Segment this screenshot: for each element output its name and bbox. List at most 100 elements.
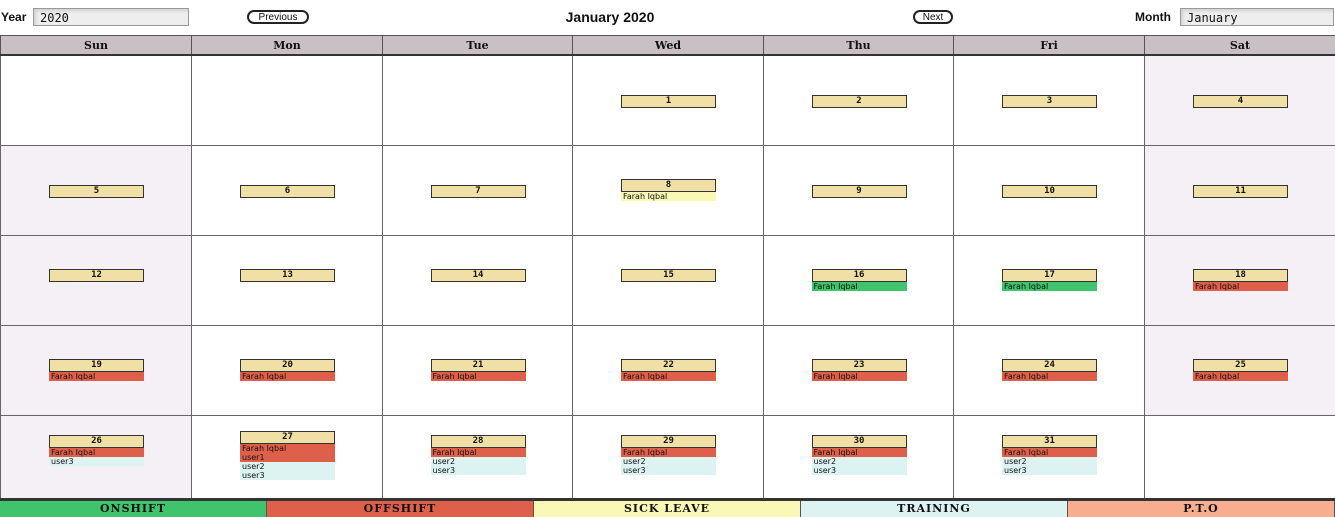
day-number[interactable]: 23	[811, 359, 907, 372]
shift-entry-offshift[interactable]: Farah Iqbal	[240, 444, 335, 453]
shift-entry-offshift[interactable]: Farah Iqbal	[430, 448, 526, 457]
empty-day-cell	[191, 54, 383, 146]
day-number[interactable]: 5	[49, 185, 144, 198]
day-number[interactable]: 1	[621, 95, 716, 108]
day-stack: 25 Farah Iqbal	[1193, 359, 1288, 381]
day-cell[interactable]: 14	[382, 235, 573, 326]
month-select[interactable]: January	[1180, 8, 1334, 26]
shift-entry-offshift[interactable]: Farah Iqbal	[1002, 448, 1097, 457]
day-cell[interactable]: 11	[1144, 145, 1335, 236]
day-number[interactable]: 16	[811, 269, 907, 282]
shift-entry-onshift[interactable]: Farah Iqbal	[1002, 282, 1097, 291]
shift-entry-offshift[interactable]: Farah Iqbal	[430, 372, 526, 381]
day-number[interactable]: 21	[430, 359, 526, 372]
day-number[interactable]: 28	[430, 435, 526, 448]
day-cell[interactable]: 17 Farah Iqbal	[953, 235, 1145, 326]
year-input[interactable]: 2020	[33, 8, 189, 26]
day-number[interactable]: 3	[1002, 95, 1097, 108]
shift-entry-offshift[interactable]: Farah Iqbal	[49, 448, 144, 457]
day-cell[interactable]: 28 Farah Iqbal user2 user3	[382, 415, 573, 506]
shift-entry-training[interactable]: user2	[1002, 457, 1097, 466]
day-cell[interactable]: 5	[0, 145, 192, 236]
shift-entry-offshift[interactable]: Farah Iqbal	[621, 372, 716, 381]
shift-entry-training[interactable]: user2	[811, 457, 907, 466]
shift-entry-offshift[interactable]: Farah Iqbal	[1193, 372, 1288, 381]
day-number[interactable]: 14	[430, 269, 526, 282]
day-number[interactable]: 17	[1002, 269, 1097, 282]
shift-entry-training[interactable]: user3	[811, 466, 907, 475]
shift-entry-training[interactable]: user2	[621, 457, 716, 466]
shift-entry-offshift[interactable]: Farah Iqbal	[811, 372, 907, 381]
day-stack: 1	[621, 95, 716, 108]
day-cell[interactable]: 31 Farah Iqbal user2 user3	[953, 415, 1145, 506]
day-cell[interactable]: 15	[572, 235, 764, 326]
day-cell[interactable]: 23 Farah Iqbal	[763, 325, 954, 416]
day-number[interactable]: 24	[1002, 359, 1097, 372]
shift-entry-offshift[interactable]: user1	[240, 453, 335, 462]
day-cell[interactable]: 16 Farah Iqbal	[763, 235, 954, 326]
day-cell[interactable]: 9	[763, 145, 954, 236]
shift-entry-training[interactable]: user3	[430, 466, 526, 475]
previous-button[interactable]: Previous	[247, 10, 309, 24]
day-cell[interactable]: 21 Farah Iqbal	[382, 325, 573, 416]
day-number[interactable]: 7	[430, 185, 526, 198]
day-cell[interactable]: 4	[1144, 54, 1335, 146]
day-number[interactable]: 31	[1002, 435, 1097, 448]
shift-entry-training[interactable]: user3	[49, 457, 144, 466]
day-cell[interactable]: 12	[0, 235, 192, 326]
day-number[interactable]: 4	[1193, 95, 1288, 108]
shift-entry-offshift[interactable]: Farah Iqbal	[811, 448, 907, 457]
shift-entry-training[interactable]: user3	[240, 471, 335, 480]
day-number[interactable]: 9	[811, 185, 907, 198]
day-cell[interactable]: 10	[953, 145, 1145, 236]
shift-entry-offshift[interactable]: Farah Iqbal	[1193, 282, 1288, 291]
day-number[interactable]: 13	[240, 269, 335, 282]
day-cell[interactable]: 13	[191, 235, 383, 326]
day-number[interactable]: 29	[621, 435, 716, 448]
shift-entry-training[interactable]: user2	[430, 457, 526, 466]
day-stack: 23 Farah Iqbal	[811, 359, 907, 381]
day-number[interactable]: 2	[811, 95, 907, 108]
day-number[interactable]: 26	[49, 435, 144, 448]
day-number[interactable]: 10	[1002, 185, 1097, 198]
shift-entry-onshift[interactable]: Farah Iqbal	[811, 282, 907, 291]
day-cell[interactable]: 27 Farah Iqbal user1 user2 user3	[191, 415, 383, 506]
day-cell[interactable]: 6	[191, 145, 383, 236]
day-number[interactable]: 19	[49, 359, 144, 372]
day-cell[interactable]: 19 Farah Iqbal	[0, 325, 192, 416]
day-number[interactable]: 27	[240, 431, 335, 444]
shift-entry-offshift[interactable]: Farah Iqbal	[240, 372, 335, 381]
next-button[interactable]: Next	[913, 10, 953, 24]
day-number[interactable]: 8	[621, 179, 716, 192]
day-number[interactable]: 12	[49, 269, 144, 282]
day-stack: 11	[1193, 185, 1288, 198]
day-number[interactable]: 11	[1193, 185, 1288, 198]
shift-entry-training[interactable]: user3	[621, 466, 716, 475]
shift-entry-offshift[interactable]: Farah Iqbal	[49, 372, 144, 381]
day-number[interactable]: 25	[1193, 359, 1288, 372]
day-cell[interactable]: 7	[382, 145, 573, 236]
day-number[interactable]: 6	[240, 185, 335, 198]
day-cell[interactable]: 1	[572, 54, 764, 146]
day-cell[interactable]: 26 Farah Iqbal user3	[0, 415, 192, 506]
day-cell[interactable]: 8 Farah Iqbal	[572, 145, 764, 236]
day-number[interactable]: 15	[621, 269, 716, 282]
day-cell[interactable]: 20 Farah Iqbal	[191, 325, 383, 416]
day-cell[interactable]: 18 Farah Iqbal	[1144, 235, 1335, 326]
shift-entry-offshift[interactable]: Farah Iqbal	[621, 448, 716, 457]
day-cell[interactable]: 30 Farah Iqbal user2 user3	[763, 415, 954, 506]
day-cell[interactable]: 25 Farah Iqbal	[1144, 325, 1335, 416]
day-number[interactable]: 20	[240, 359, 335, 372]
shift-entry-training[interactable]: user3	[1002, 466, 1097, 475]
day-number[interactable]: 30	[811, 435, 907, 448]
day-cell[interactable]: 29 Farah Iqbal user2 user3	[572, 415, 764, 506]
day-number[interactable]: 18	[1193, 269, 1288, 282]
day-cell[interactable]: 3	[953, 54, 1145, 146]
day-cell[interactable]: 2	[763, 54, 954, 146]
shift-entry-training[interactable]: user2	[240, 462, 335, 471]
day-cell[interactable]: 22 Farah Iqbal	[572, 325, 764, 416]
day-number[interactable]: 22	[621, 359, 716, 372]
shift-entry-offshift[interactable]: Farah Iqbal	[1002, 372, 1097, 381]
day-cell[interactable]: 24 Farah Iqbal	[953, 325, 1145, 416]
shift-entry-sick[interactable]: Farah Iqbal	[621, 192, 716, 201]
